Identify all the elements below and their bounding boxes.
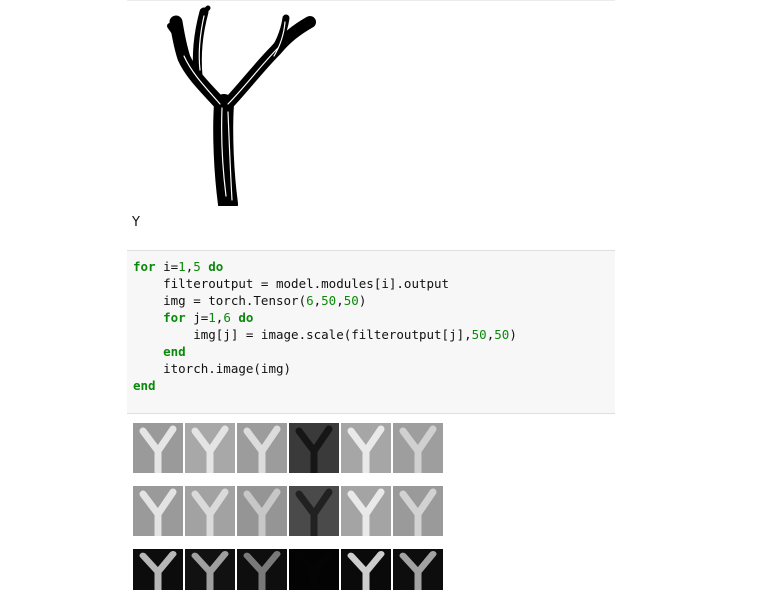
feature-map-thumbnail (185, 486, 235, 536)
feature-map-thumbnail (393, 486, 443, 536)
feature-map-thumbnail (341, 486, 391, 536)
code-line: for j=1,6 do (133, 309, 517, 326)
feature-map-thumbnail (289, 549, 339, 590)
feature-map-thumbnail (133, 423, 183, 473)
code-token: for (163, 310, 186, 325)
code-line: end (133, 377, 517, 394)
cell-divider (127, 0, 615, 1)
feature-map-thumbnail (237, 486, 287, 536)
feature-map-thumbnail (393, 423, 443, 473)
code-token: 50 (343, 293, 359, 308)
code-token: ) (509, 327, 517, 342)
code-token: , (336, 293, 344, 308)
code-token: img[j] = image.scale(filteroutput[j], (133, 327, 472, 342)
code-line: filteroutput = model.modules[i].output (133, 275, 517, 292)
code-editor[interactable]: for i=1,5 do filteroutput = model.module… (133, 258, 517, 394)
code-line: itorch.image(img) (133, 360, 517, 377)
code-token: 5 (193, 259, 201, 274)
code-token: 50 (321, 293, 337, 308)
feature-map-thumbnail (341, 549, 391, 590)
code-token: 50 (471, 327, 487, 342)
code-token: filteroutput = model.modules[i].output (133, 276, 450, 291)
code-token: for (133, 259, 156, 274)
feature-map-thumbnail (237, 549, 287, 590)
feature-map-thumbnail (185, 423, 235, 473)
feature-map-thumbnail (133, 549, 183, 590)
tree-image (167, 5, 316, 206)
feature-map-thumbnail (237, 423, 287, 473)
code-line: img = torch.Tensor(6,50,50) (133, 292, 517, 309)
feature-map-thumbnail (133, 486, 183, 536)
feature-map-thumbnail (185, 549, 235, 590)
code-token: j= (185, 310, 209, 325)
feature-map-thumbnail (393, 549, 443, 590)
code-line: end (133, 343, 517, 360)
code-token: i= (155, 259, 179, 274)
code-token: 1 (178, 259, 186, 274)
output-label: Y (132, 215, 140, 230)
code-token: 1 (208, 310, 216, 325)
code-token: end (163, 344, 186, 359)
code-token: 6 (223, 310, 231, 325)
feature-map-thumbnail (289, 486, 339, 536)
code-token: itorch.image(img) (133, 361, 292, 376)
code-token: 6 (306, 293, 314, 308)
code-token: 50 (494, 327, 510, 342)
feature-map-thumbnail (341, 423, 391, 473)
code-line: img[j] = image.scale(filteroutput[j],50,… (133, 326, 517, 343)
code-token: do (238, 310, 254, 325)
code-token: do (208, 259, 224, 274)
code-line: for i=1,5 do (133, 258, 517, 275)
code-cell[interactable]: for i=1,5 do filteroutput = model.module… (127, 250, 615, 414)
feature-map-thumbnail (289, 423, 339, 473)
code-token: ) (358, 293, 367, 308)
code-token: img = torch.Tensor( (133, 293, 307, 308)
code-token: end (133, 378, 156, 393)
